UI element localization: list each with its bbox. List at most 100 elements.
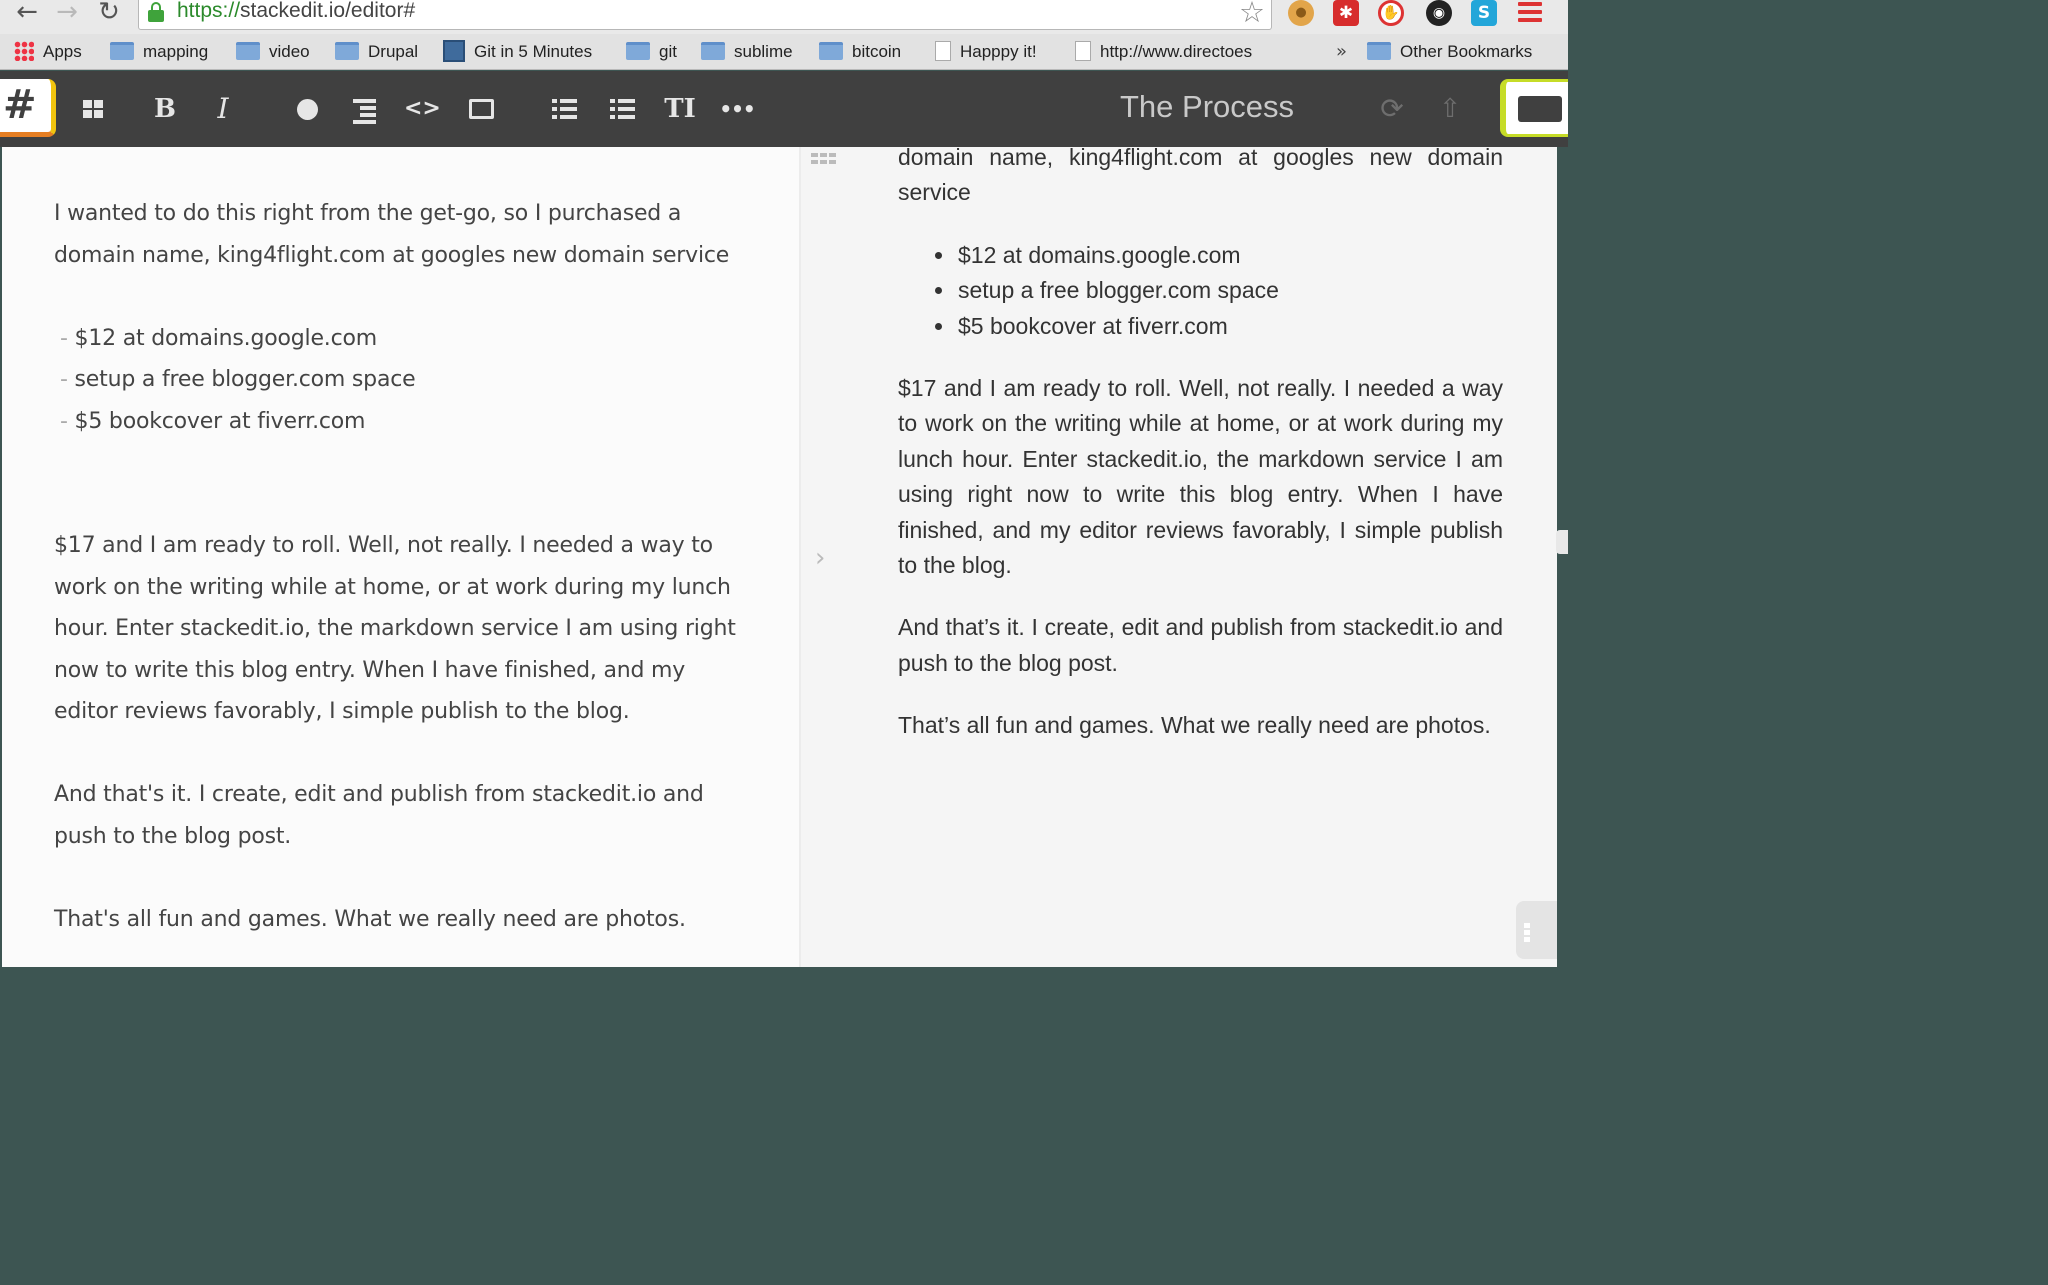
bookmark-mapping[interactable]: mapping: [110, 40, 208, 64]
bold-button[interactable]: B: [147, 91, 183, 127]
url-path: stackedit.io/editor#: [240, 0, 416, 22]
reload-icon[interactable]: ↻: [94, 0, 124, 28]
editor-list-text: $12 at domains.google.com: [74, 325, 378, 351]
folder-icon: [110, 41, 134, 60]
apps-icon: [14, 40, 34, 61]
heading-button[interactable]: TI: [662, 91, 698, 127]
folder-icon: [1367, 41, 1391, 60]
preview-paragraph: domain name, king4flight.com at googles …: [898, 147, 1503, 206]
bookmark-label: sublime: [734, 42, 793, 61]
publish-upload-icon[interactable]: ⇧: [1432, 91, 1468, 127]
bookmark-label: video: [269, 42, 310, 61]
more-options-icon[interactable]: •••: [719, 91, 755, 127]
markdown-editor[interactable]: I wanted to do this right from the get-g…: [2, 147, 799, 967]
bookmark-sublime[interactable]: sublime: [701, 40, 793, 64]
editor-line: hour. Enter stackedit.io, the markdown s…: [54, 616, 736, 641]
code-icon[interactable]: <>: [404, 91, 441, 127]
bookmarks-overflow-icon[interactable]: »: [1336, 40, 1347, 64]
browser-menu-icon[interactable]: [1518, 2, 1542, 22]
image-icon[interactable]: [463, 91, 499, 127]
preview-paragraph: That’s all fun and games. What we really…: [898, 712, 1491, 739]
ordered-list-icon[interactable]: [546, 91, 582, 127]
link-globe-icon[interactable]: [289, 91, 325, 127]
adblock-extension-icon[interactable]: ✋: [1378, 0, 1404, 26]
documents-folder-button[interactable]: [1500, 79, 1568, 137]
editor-line: editor reviews favorably, I simple publi…: [54, 699, 630, 724]
layout-grid-icon[interactable]: [75, 91, 111, 127]
cookie-extension-icon[interactable]: ●: [1288, 0, 1314, 26]
bookmark-star-icon[interactable]: ☆: [1239, 0, 1265, 29]
window-edge: [1557, 147, 1568, 984]
bookmark-other[interactable]: Other Bookmarks: [1367, 40, 1532, 64]
bookmark-video[interactable]: video: [236, 40, 310, 64]
editor-list-item: - $12 at domains.google.com: [54, 318, 754, 360]
document-title[interactable]: The Process: [1120, 89, 1294, 125]
url-scheme: https://: [177, 0, 241, 22]
editor-toolbar: # B I <> TI ••• The Process ⟳ ⇧: [0, 71, 1568, 147]
page-icon: [1075, 40, 1091, 61]
bookmark-bitcoin[interactable]: bitcoin: [819, 40, 901, 64]
preview-paragraph: $17 and I am ready to roll. Well, not re…: [898, 375, 1503, 579]
folder-icon: [236, 41, 260, 60]
resize-grip-icon[interactable]: [811, 153, 837, 165]
editor-list-item: - $5 bookcover at fiverr.com: [54, 401, 754, 443]
editor-line: work on the writing while at home, or at…: [54, 574, 731, 600]
unordered-list-icon[interactable]: [604, 91, 640, 127]
editor-line: now to write this blog entry. When I hav…: [54, 657, 686, 683]
bookmark-label: bitcoin: [852, 42, 902, 61]
url-text[interactable]: https://stackedit.io/editor#: [177, 0, 415, 23]
bookmark-git-in-5-minutes[interactable]: Git in 5 Minutes: [443, 39, 593, 64]
main-menu-button[interactable]: #: [0, 79, 56, 137]
folder-icon: [626, 41, 650, 60]
editor-line: domain name, king4flight.com at googles …: [54, 242, 730, 268]
hash-icon: #: [3, 82, 37, 128]
address-bar[interactable]: https://stackedit.io/editor# ☆: [138, 0, 1272, 30]
stackedit-extension-icon[interactable]: S: [1471, 0, 1497, 26]
owl-extension-icon[interactable]: ◉: [1426, 0, 1452, 26]
bullet-marker: -: [60, 325, 68, 351]
bullet-marker: -: [60, 408, 68, 434]
chevron-right-icon[interactable]: ›: [815, 543, 825, 573]
preview-pane: › domain name, king4flight.com at google…: [801, 147, 1557, 967]
editor-list-text: $5 bookcover at fiverr.com: [74, 408, 366, 434]
blockquote-icon[interactable]: [346, 91, 382, 127]
bookmark-label: http://www.directoes: [1100, 42, 1253, 61]
editor-line: And that's it. I create, edit and publis…: [54, 782, 704, 807]
forward-arrow-icon[interactable]: →: [52, 0, 82, 28]
bookmark-label: Other Bookmarks: [1400, 42, 1533, 61]
preview-paragraph: And that’s it. I create, edit and publis…: [898, 614, 1503, 676]
bookmark-happpy-it[interactable]: Happpy it!: [935, 40, 1037, 64]
git-icon: [443, 39, 465, 62]
editor-content[interactable]: I wanted to do this right from the get-g…: [54, 193, 754, 940]
folder-icon: [819, 41, 843, 60]
italic-button[interactable]: I: [205, 91, 241, 127]
bookmark-label: git: [659, 42, 677, 61]
folder-icon: [701, 41, 725, 60]
preview-list-item: $12 at domains.google.com: [956, 238, 1503, 273]
bookmark-label: Happpy it!: [960, 42, 1037, 61]
editor-line: $17 and I am ready to roll. Well, not re…: [54, 533, 713, 558]
folder-icon: [335, 41, 359, 60]
bookmark-label: Git in 5 Minutes: [474, 42, 593, 61]
editor-list-item: - setup a free blogger.com space: [54, 359, 754, 401]
scrollbar-tab[interactable]: [1556, 530, 1568, 554]
bookmark-directoes[interactable]: http://www.directoes: [1075, 40, 1275, 64]
bookmark-label: Apps: [43, 42, 82, 61]
page-icon: [935, 40, 951, 61]
bullet-marker: -: [60, 367, 68, 392]
lock-icon: [148, 2, 164, 22]
editor-line: push to the blog post.: [54, 823, 292, 849]
extensions-drawer-handle[interactable]: [1516, 901, 1557, 959]
bookmarks-bar: Apps mapping video Drupal Git in 5 Minut…: [0, 34, 1568, 70]
preview-list: $12 at domains.google.com setup a free b…: [956, 238, 1503, 344]
folder-icon: [1518, 96, 1562, 122]
sync-icon[interactable]: ⟳: [1374, 91, 1410, 127]
bookmark-apps[interactable]: Apps: [14, 40, 82, 64]
window-edge: [0, 967, 1568, 984]
bookmark-drupal[interactable]: Drupal: [335, 40, 418, 64]
bookmark-git[interactable]: git: [626, 40, 677, 64]
lastpass-extension-icon[interactable]: ✱: [1333, 0, 1359, 26]
bookmark-label: Drupal: [368, 42, 419, 61]
back-arrow-icon[interactable]: ←: [12, 0, 42, 28]
editor-line: I wanted to do this right from the get-g…: [54, 201, 682, 226]
